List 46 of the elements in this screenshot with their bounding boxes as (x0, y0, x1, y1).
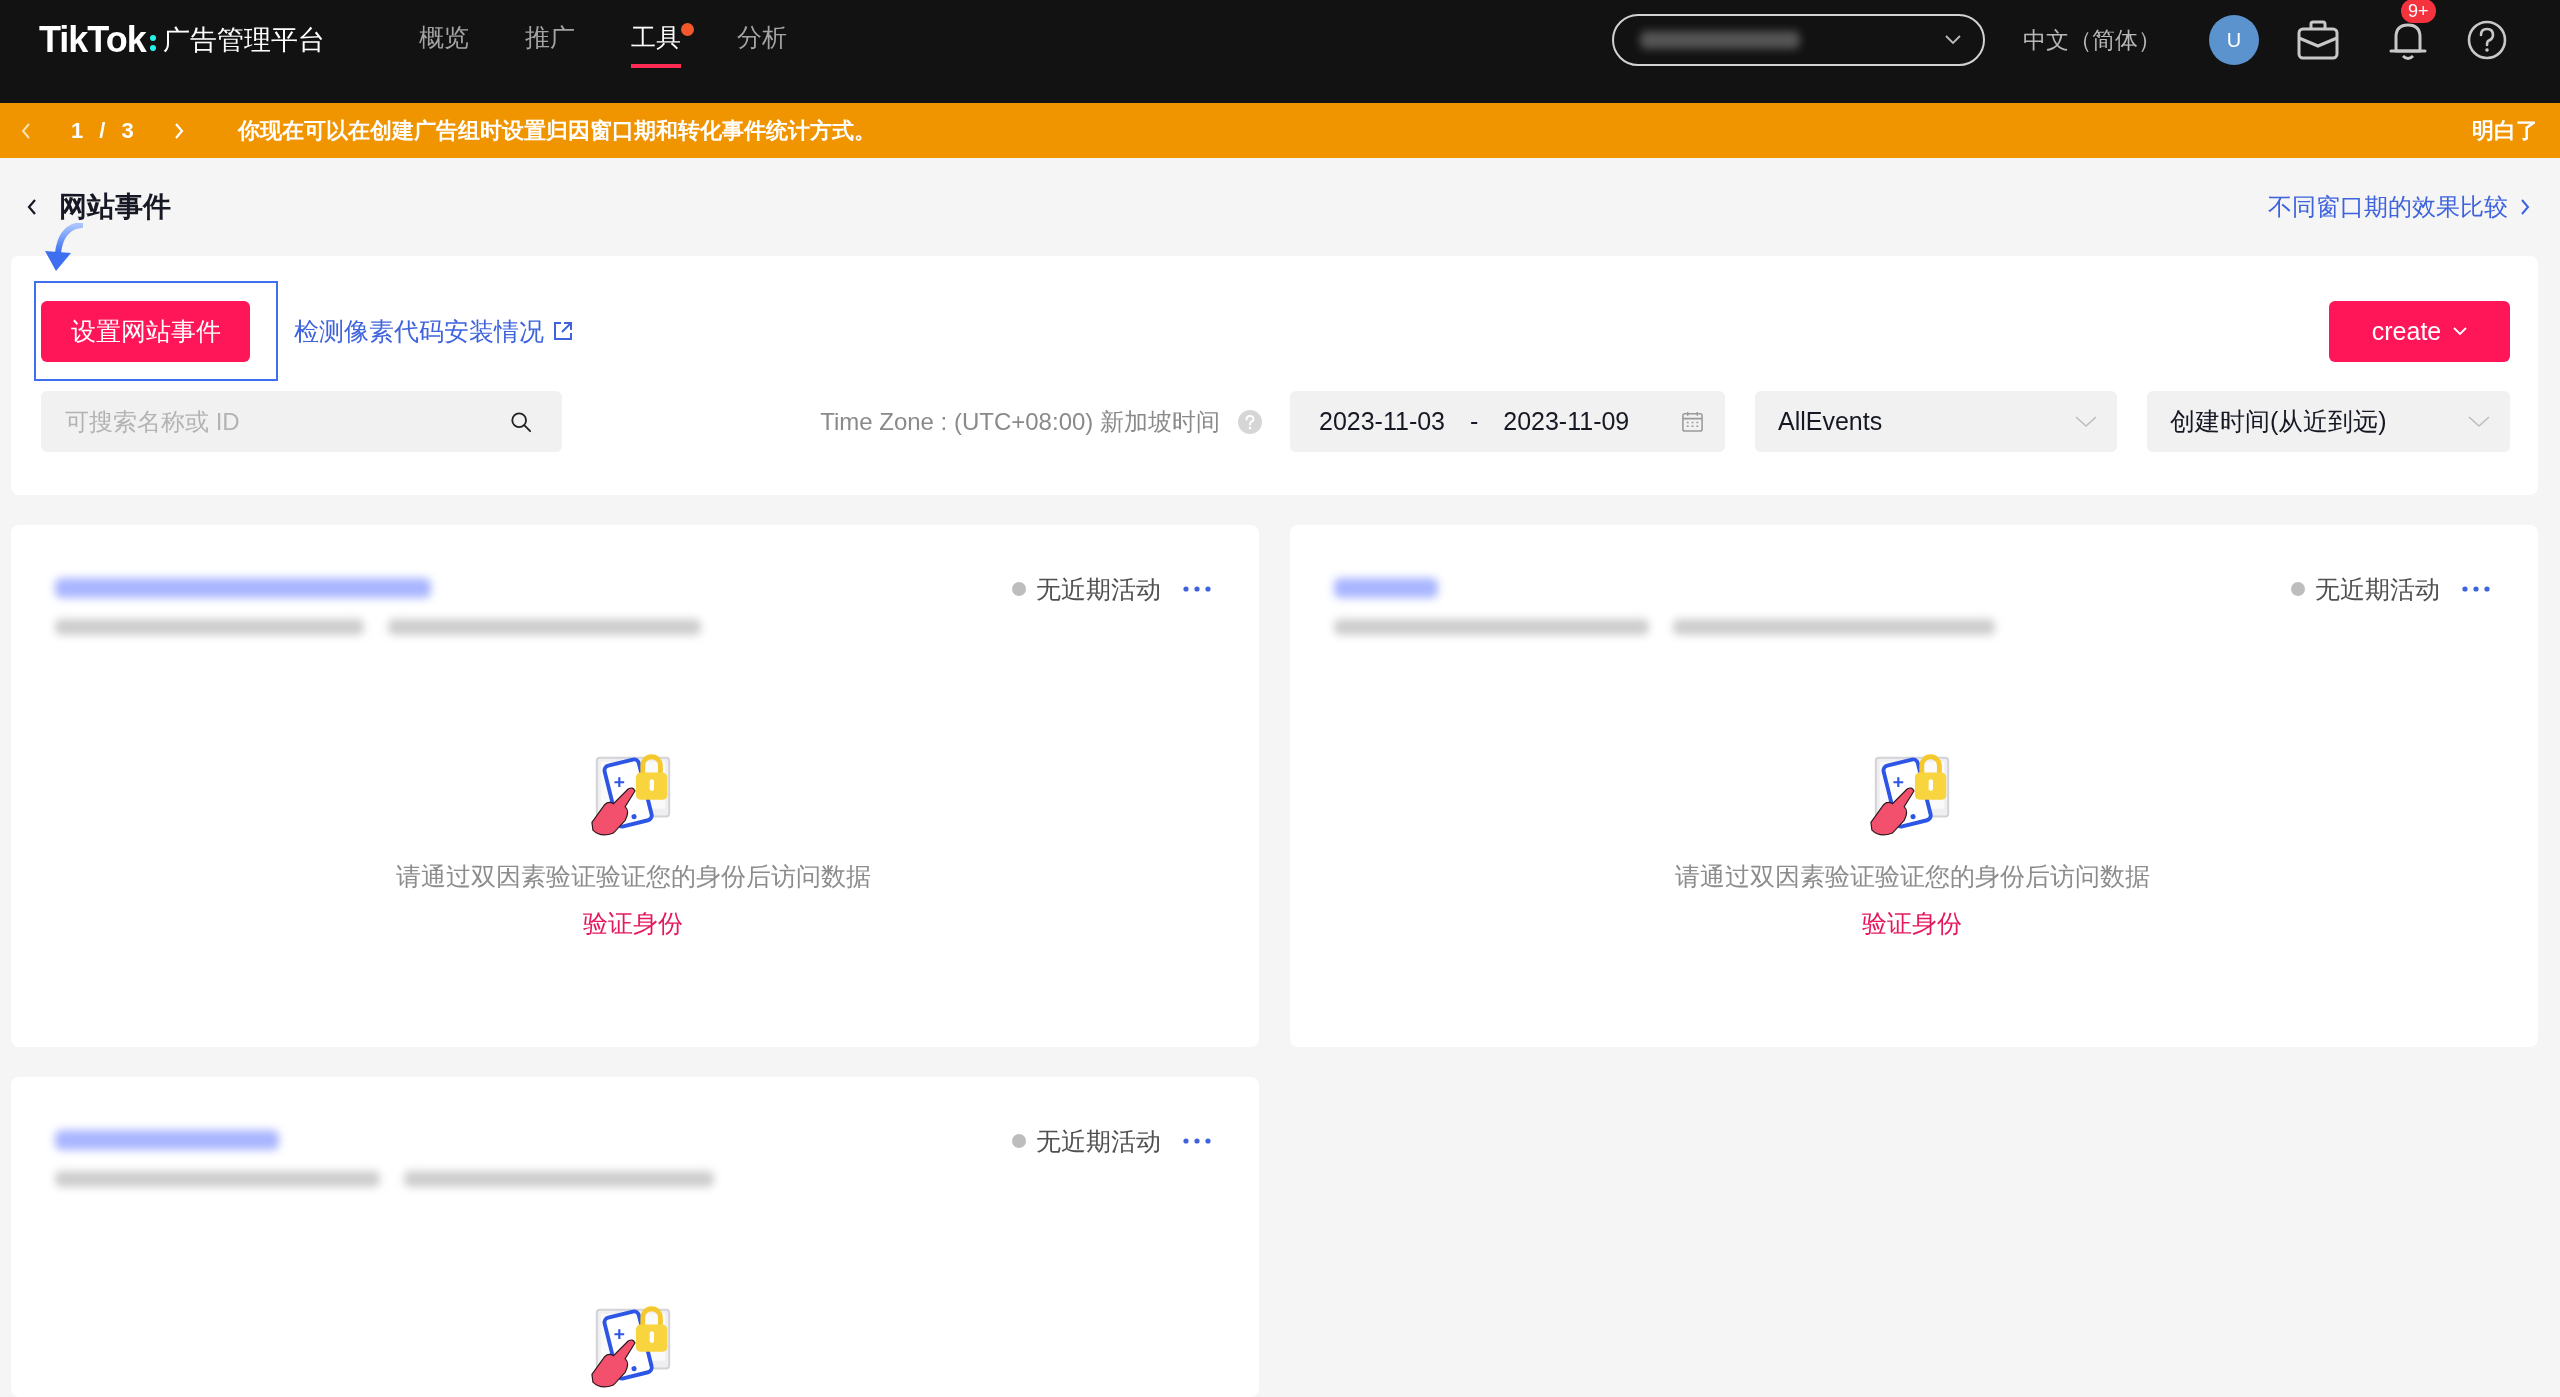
status-dot-icon (1012, 1134, 1026, 1148)
more-icon[interactable] (2462, 586, 2490, 592)
logo-dots-icon (148, 33, 157, 53)
language-switcher[interactable]: 中文（简体） (2023, 24, 2161, 56)
external-link-icon[interactable] (552, 320, 574, 342)
nav-tab[interactable]: 概览 (418, 22, 469, 68)
nav-tab[interactable]: 工具 (630, 22, 681, 68)
event-filter-select[interactable]: AllEvents (1755, 391, 2117, 452)
page-indicator: 1 / 3 (71, 117, 134, 144)
more-icon[interactable] (1183, 1138, 1211, 1144)
briefcase-icon[interactable] (2297, 20, 2339, 60)
brand-wordmark: TikTok (39, 20, 146, 60)
chevron-down-icon (2453, 326, 2468, 336)
status-label: 无近期活动 (1036, 574, 1161, 605)
status-dot-icon (2291, 582, 2305, 596)
create-button[interactable]: create (2329, 300, 2510, 362)
verify-identity-link[interactable]: 验证身份 (583, 905, 683, 941)
verification-message: 请通过双因素验证验证您的身份后访问数据 (1674, 861, 2150, 892)
notification-badge: 9+ (2401, 0, 2436, 23)
chevron-down-icon (2075, 415, 2097, 428)
time-zone-label: Time Zone : (UTC+08:00) 新加坡时间 (820, 406, 1220, 437)
compare-link[interactable]: 不同窗口期的效果比较 (2268, 191, 2508, 223)
verify-identity-link[interactable]: 验证身份 (1862, 905, 1962, 941)
product-name: 广告管理平台 (162, 24, 325, 57)
search-field[interactable]: 可搜索名称或 ID (41, 391, 562, 452)
nav-tab[interactable]: 分析 (736, 22, 787, 68)
back-icon[interactable] (27, 199, 37, 215)
banner-message: 你现在可以在创建广告组时设置归因窗口期和转化事件统计方式。 (237, 116, 876, 145)
verification-message: 请通过双因素验证验证您的身份后访问数据 (395, 861, 871, 892)
help-icon[interactable] (2467, 20, 2507, 60)
more-icon[interactable] (1183, 586, 1211, 592)
sort-select[interactable]: 创建时间(从近到远) (2147, 391, 2510, 452)
account-selector[interactable] (1612, 14, 1985, 66)
calendar-icon (1681, 410, 1704, 433)
search-icon[interactable] (510, 411, 532, 433)
nav-tab[interactable]: 推广 (524, 22, 575, 68)
status-label: 无近期活动 (2315, 574, 2440, 605)
chevron-down-icon (1945, 35, 1961, 45)
status-label: 无近期活动 (1036, 1126, 1161, 1157)
chevron-right-icon[interactable] (2520, 199, 2530, 215)
status-dot-icon (1012, 582, 1026, 596)
date-range-field[interactable]: 2023-11-03 - 2023-11-09 (1290, 391, 1725, 452)
page-title: 网站事件 (59, 190, 171, 224)
chevron-down-icon (2468, 415, 2490, 428)
check-pixel-link[interactable]: 检测像素代码安装情况 (294, 314, 544, 348)
setup-website-events-button[interactable]: 设置网站事件 (41, 301, 250, 362)
